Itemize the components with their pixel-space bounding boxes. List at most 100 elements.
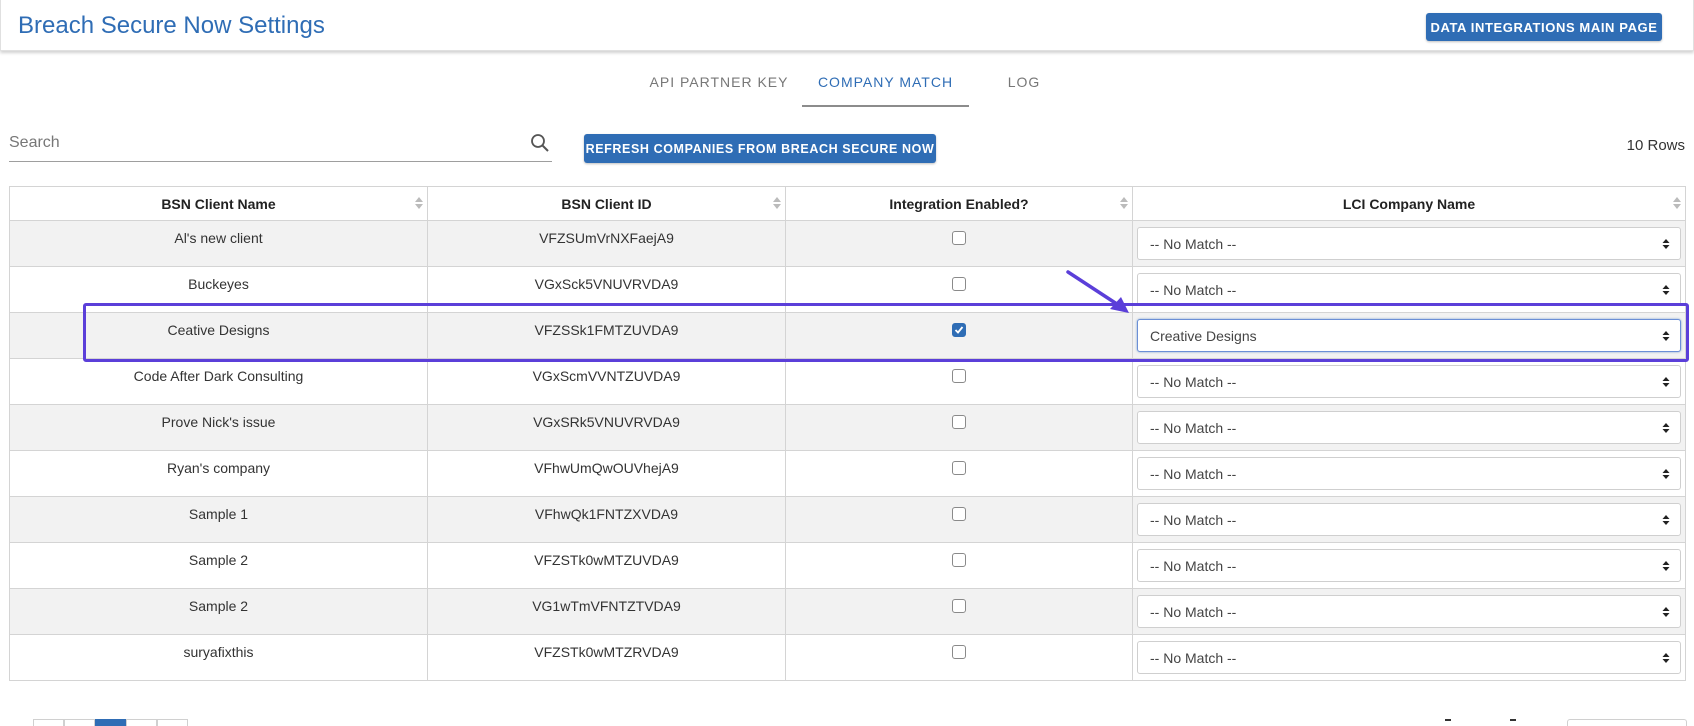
pagination-page-current[interactable] [95, 719, 126, 726]
column-header-label: BSN Client Name [161, 195, 276, 212]
check-icon [954, 326, 964, 334]
bsn-client-name: Sample 2 [188, 552, 249, 568]
bsn-client-name: Code After Dark Consulting [133, 368, 304, 384]
column-header-label: LCI Company Name [1342, 195, 1476, 212]
table-header-row: BSN Client Name BSN Client ID Integratio… [9, 186, 1686, 221]
cell-bsn-client-name: Sample 2 [9, 542, 428, 589]
select-arrow-icon [1662, 423, 1670, 433]
column-header-bsn-client-id[interactable]: BSN Client ID [427, 186, 786, 221]
table-row: Sample 2 VFZSTk0wMTZUVDA9 -- No Match -- [9, 542, 1686, 589]
column-header-lci-company-name[interactable]: LCI Company Name [1132, 186, 1686, 221]
cell-bsn-client-name: Prove Nick's issue [9, 404, 428, 451]
integration-enabled-checkbox[interactable] [952, 645, 966, 659]
lci-company-select[interactable]: -- No Match -- [1137, 457, 1681, 490]
integration-enabled-checkbox[interactable] [952, 599, 966, 613]
lci-company-select-value: -- No Match -- [1150, 236, 1237, 252]
company-match-table: BSN Client Name BSN Client ID Integratio… [9, 186, 1686, 681]
lci-company-select-value: -- No Match -- [1150, 466, 1237, 482]
integration-enabled-checkbox[interactable] [952, 507, 966, 521]
cell-integration-enabled [785, 404, 1133, 451]
integration-enabled-checkbox[interactable] [952, 277, 966, 291]
select-arrow-icon [1662, 653, 1670, 663]
page-size-select[interactable] [1567, 719, 1687, 726]
lci-company-select-value: -- No Match -- [1150, 558, 1237, 574]
search-input[interactable] [9, 127, 509, 159]
cell-lci-company-name: -- No Match -- [1132, 266, 1686, 313]
cell-bsn-client-id: VGxScmVVNTZUVDA9 [427, 358, 786, 405]
column-header-integration-enabled[interactable]: Integration Enabled? [785, 186, 1133, 221]
lci-company-select[interactable]: -- No Match -- [1137, 641, 1681, 674]
table-row: Buckeyes VGxSck5VNUVRVDA9 -- No Match -- [9, 266, 1686, 313]
select-arrow-icon [1662, 239, 1670, 249]
select-arrow-icon [1662, 285, 1670, 295]
lci-company-select[interactable]: -- No Match -- [1137, 273, 1681, 306]
table-row: Code After Dark Consulting VGxScmVVNTZUVD… [9, 358, 1686, 405]
cell-bsn-client-id: VFhwQk1FNTZXVDA9 [427, 496, 786, 543]
bsn-client-id: VGxSRk5VNUVRVDA9 [533, 414, 680, 430]
bsn-client-name: suryafixthis [183, 644, 254, 660]
lci-company-select-value: -- No Match -- [1150, 650, 1237, 666]
select-arrow-icon [1662, 607, 1670, 617]
column-header-bsn-client-name[interactable]: BSN Client Name [9, 186, 428, 221]
integration-enabled-checkbox[interactable] [952, 461, 966, 475]
tab-log[interactable]: LOG [969, 65, 1079, 105]
sort-icon[interactable] [414, 196, 424, 210]
cell-bsn-client-name: Buckeyes [9, 266, 428, 313]
sort-icon[interactable] [1672, 196, 1682, 210]
cell-lci-company-name: -- No Match -- [1132, 634, 1686, 681]
table-row: Al's new client VFZSUmVrNXFaejA9 -- No Mat… [9, 220, 1686, 267]
pagination-last[interactable] [157, 719, 188, 726]
lci-company-select-value: -- No Match -- [1150, 604, 1237, 620]
pagination-next[interactable] [126, 719, 157, 726]
cell-bsn-client-name: Code After Dark Consulting [9, 358, 428, 405]
data-integrations-main-page-button[interactable]: DATA INTEGRATIONS MAIN PAGE [1426, 13, 1662, 41]
page-header: Breach Secure Now Settings DATA INTEGRAT… [0, 0, 1694, 51]
integration-enabled-checkbox[interactable] [952, 415, 966, 429]
cell-lci-company-name: -- No Match -- [1132, 220, 1686, 267]
tab-api-partner-key[interactable]: API PARTNER KEY [635, 65, 803, 105]
lci-company-select[interactable]: Creative Designs [1137, 319, 1681, 352]
search-icon[interactable] [530, 133, 550, 153]
bsn-client-id: VFhwUmQwOUVhejA9 [534, 460, 679, 476]
cell-bsn-client-name: Sample 2 [9, 588, 428, 635]
table-row: Ceative Designs VFZSSk1FMTZUVDA9 Creative … [9, 312, 1686, 359]
cell-lci-company-name: -- No Match -- [1132, 450, 1686, 497]
lci-company-select[interactable]: -- No Match -- [1137, 227, 1681, 260]
sort-icon[interactable] [1119, 196, 1129, 210]
lci-company-select[interactable]: -- No Match -- [1137, 595, 1681, 628]
pagination-first[interactable] [33, 719, 64, 726]
integration-enabled-checkbox[interactable] [952, 369, 966, 383]
sort-icon[interactable] [772, 196, 782, 210]
table-row: Sample 2 VG1wTmVFNTZTVDA9 -- No Match -- [9, 588, 1686, 635]
table-row: Sample 1 VFhwQk1FNTZXVDA9 -- No Match -- [9, 496, 1686, 543]
lci-company-select[interactable]: -- No Match -- [1137, 503, 1681, 536]
select-arrow-icon [1662, 377, 1670, 387]
cell-lci-company-name: -- No Match -- [1132, 404, 1686, 451]
cell-lci-company-name: -- No Match -- [1132, 588, 1686, 635]
cell-integration-enabled [785, 588, 1133, 635]
cell-bsn-client-name: Sample 1 [9, 496, 428, 543]
cell-bsn-client-id: VFZSSk1FMTZUVDA9 [427, 312, 786, 359]
cell-lci-company-name: -- No Match -- [1132, 358, 1686, 405]
integration-enabled-checkbox[interactable] [952, 231, 966, 245]
bsn-client-id: VFZSTk0wMTZRVDA9 [534, 644, 679, 660]
cell-bsn-client-id: VFZSTk0wMTZUVDA9 [427, 542, 786, 589]
cell-integration-enabled [785, 496, 1133, 543]
bsn-client-name: Al's new client [174, 230, 263, 246]
page-title: Breach Secure Now Settings [18, 12, 325, 39]
column-header-label: Integration Enabled? [889, 195, 1029, 212]
integration-enabled-checkbox[interactable] [952, 553, 966, 567]
lci-company-select[interactable]: -- No Match -- [1137, 411, 1681, 444]
table-row: suryafixthis VFZSTk0wMTZRVDA9 -- No Match … [9, 634, 1686, 681]
lci-company-select[interactable]: -- No Match -- [1137, 365, 1681, 398]
select-arrow-icon [1662, 561, 1670, 571]
lci-company-select[interactable]: -- No Match -- [1137, 549, 1681, 582]
rows-count: 10 Rows [1626, 137, 1685, 154]
integration-enabled-checkbox[interactable] [952, 323, 966, 337]
refresh-companies-button[interactable]: REFRESH COMPANIES FROM BREACH SECURE NOW [584, 134, 936, 163]
bsn-client-id: VGxScmVVNTZUVDA9 [532, 368, 681, 384]
cell-integration-enabled [785, 542, 1133, 589]
cell-integration-enabled [785, 358, 1133, 405]
tab-company-match[interactable]: COMPANY MATCH [802, 65, 969, 107]
pagination-prev[interactable] [64, 719, 95, 726]
